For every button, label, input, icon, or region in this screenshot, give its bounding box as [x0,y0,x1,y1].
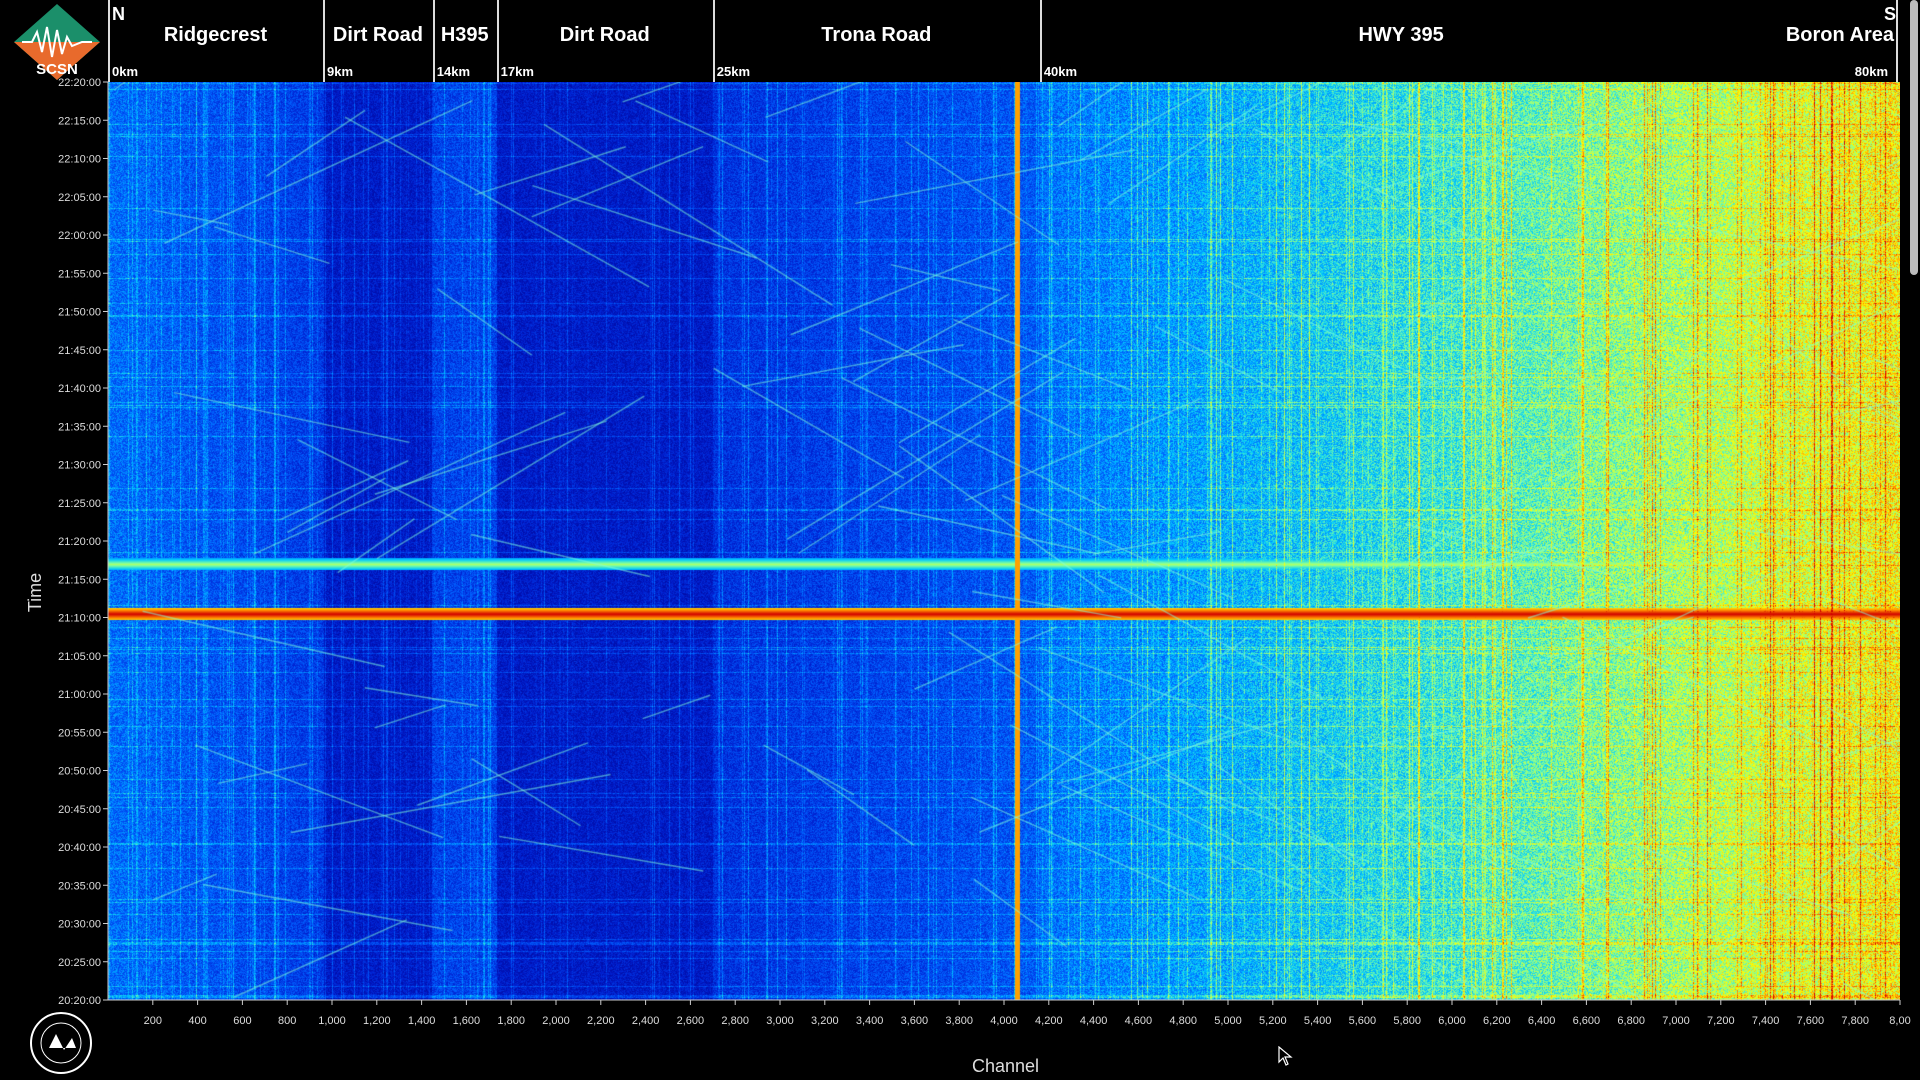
x-tick-label: 6,600 [1573,1015,1601,1027]
y-tick-label: 22:05:00 [58,192,101,204]
x-tick-label: 3,800 [945,1015,973,1027]
x-tick-label: 4,400 [1080,1015,1108,1027]
x-tick-label: 6,000 [1438,1015,1466,1027]
x-tick-label: 5,600 [1349,1015,1377,1027]
x-tick-label: 3,600 [901,1015,929,1027]
x-tick-label: 2,200 [587,1015,615,1027]
y-tick-label: 20:45:00 [58,804,101,816]
seismological-lab-seal [30,1012,92,1074]
x-tick-label: 4,800 [1169,1015,1197,1027]
heatmap-plot: 200 400 600 800 1,000 1,200 1,400 1,600 1,800 2,0… [58,77,1911,1027]
x-tick-label: 4,000 [990,1015,1018,1027]
x-tick-label: 5,800 [1393,1015,1421,1027]
y-tick-label: 20:25:00 [58,957,101,969]
x-tick-label: 600 [233,1015,251,1027]
x-tick-label: 3,200 [811,1015,839,1027]
x-tick-label: 1,200 [363,1015,391,1027]
vertical-scrollbar[interactable] [1910,0,1918,275]
x-axis-title: Channel [972,1056,1040,1076]
y-tick-label: 22:20:00 [58,77,101,89]
y-tick-label: 20:35:00 [58,880,101,892]
y-tick-label: 21:35:00 [58,421,101,433]
x-tick-label: 5,400 [1304,1015,1332,1027]
x-tick-label: 800 [278,1015,296,1027]
x-tick-label: 6,200 [1483,1015,1511,1027]
y-tick-label: 20:50:00 [58,766,101,778]
y-tick-label: 20:55:00 [58,727,101,739]
y-tick-label: 21:55:00 [58,268,101,280]
x-tick-label: 7,400 [1752,1015,1780,1027]
x-tick-label: 3,000 [766,1015,794,1027]
x-tick-label: 2,400 [632,1015,660,1027]
y-tick-label: 22:10:00 [58,154,101,166]
y-tick-label: 22:15:00 [58,115,101,127]
x-tick-label: 5,200 [1259,1015,1287,1027]
y-tick-label: 21:40:00 [58,383,101,395]
x-tick-label: 6,400 [1528,1015,1556,1027]
y-tick-label: 22:00:00 [58,230,101,242]
mouse-cursor-icon [1278,1046,1293,1066]
y-tick-label: 21:10:00 [58,613,101,625]
x-tick-label: 7,000 [1662,1015,1690,1027]
y-tick-label: 20:20:00 [58,995,101,1007]
x-tick-label: 7,600 [1797,1015,1825,1027]
y-tick-label: 21:45:00 [58,345,101,357]
y-tick-label: 21:15:00 [58,574,101,586]
y-tick-label: 21:00:00 [58,689,101,701]
x-tick-label: 4,200 [1035,1015,1063,1027]
y-axis-title: Time [25,572,46,613]
x-tick-label: 1,400 [408,1015,436,1027]
axes: 200 400 600 800 1,000 1,200 1,400 1,600 1,800 2,0… [58,77,1911,1027]
x-tick-label: 2,600 [677,1015,705,1027]
x-tick-label: 8,00 [1889,1015,1910,1027]
y-tick-label: 20:40:00 [58,842,101,854]
x-tick-label: 1,000 [318,1015,346,1027]
x-tick-label: 4,600 [1125,1015,1153,1027]
y-tick-label: 21:20:00 [58,536,101,548]
y-tick-label: 21:25:00 [58,498,101,510]
y-tick-label: 21:05:00 [58,651,101,663]
x-tick-label: 1,800 [497,1015,525,1027]
x-tick-label: 7,200 [1707,1015,1735,1027]
x-tick-label: 1,600 [453,1015,481,1027]
x-tick-label: 400 [188,1015,206,1027]
y-tick-label: 21:30:00 [58,460,101,472]
x-tick-label: 2,800 [721,1015,749,1027]
y-tick-label: 20:30:00 [58,919,101,931]
x-tick-label: 6,800 [1617,1015,1645,1027]
x-tick-label: 5,000 [1214,1015,1242,1027]
x-tick-label: 200 [144,1015,162,1027]
x-tick-label: 2,000 [542,1015,570,1027]
y-tick-label: 21:50:00 [58,307,101,319]
x-tick-label: 3,400 [856,1015,884,1027]
x-tick-label: 7,800 [1841,1015,1869,1027]
